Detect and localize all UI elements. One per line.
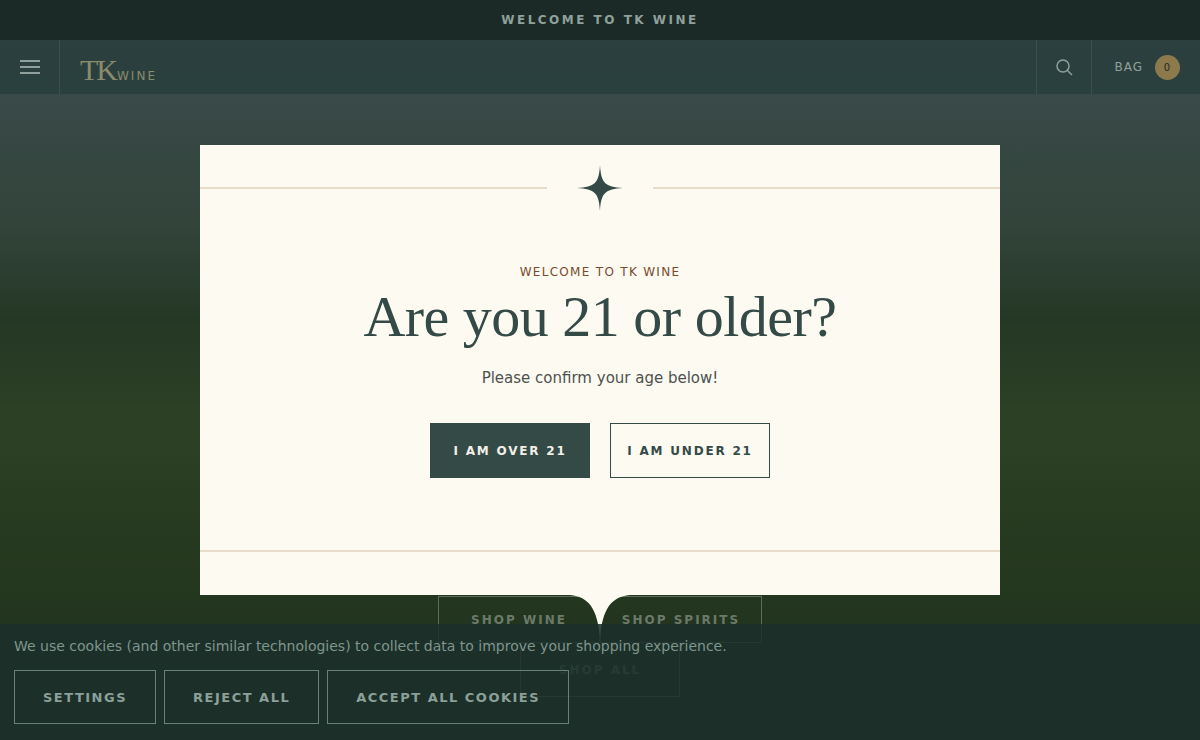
modal-subtitle: Please confirm your age below! xyxy=(482,369,719,387)
cookie-button[interactable]: ACCEPT ALL COOKIES xyxy=(327,670,569,724)
menu-button[interactable] xyxy=(0,40,60,94)
cookie-buttons: SETTINGSREJECT ALLACCEPT ALL COOKIES xyxy=(14,670,1186,724)
site-logo[interactable]: TKWINE xyxy=(60,40,157,94)
site-header: TKWINE BAG 0 xyxy=(0,40,1200,95)
modal-bottom-rule xyxy=(200,550,1000,552)
modal-body: WELCOME TO TK WINE Are you 21 or older? Pl… xyxy=(200,211,1000,478)
cookie-button[interactable]: REJECT ALL xyxy=(164,670,319,724)
modal-eyebrow: WELCOME TO TK WINE xyxy=(520,265,681,279)
hero-stage: TKWINEBAG0SHOP WINESHOP SPIRITSSHOP ALLW… xyxy=(0,40,1200,740)
age-button-label: I AM UNDER 21 xyxy=(627,444,753,458)
cookie-message: We use cookies (and other similar techno… xyxy=(14,638,1186,654)
age-buttons: I AM OVER 21 I AM UNDER 21 xyxy=(430,423,770,478)
logo-word: WINE xyxy=(117,69,157,83)
age-button[interactable]: I AM UNDER 21 xyxy=(610,423,770,478)
modal-top-rule xyxy=(200,165,1000,211)
cookie-button[interactable]: SETTINGS xyxy=(14,670,156,724)
cookie-banner: We use cookies (and other similar techno… xyxy=(0,624,1200,740)
logo-mark: TK xyxy=(80,53,116,87)
age-modal: WELCOME TO TK WINE Are you 21 or older? Pl… xyxy=(200,145,1000,595)
hamburger-icon xyxy=(19,59,41,75)
age-button-label: I AM OVER 21 xyxy=(453,444,566,458)
age-button[interactable]: I AM OVER 21 xyxy=(430,423,590,478)
rule-line xyxy=(200,187,547,189)
header-spacer xyxy=(157,40,1037,94)
announcement-bar: WELCOME TO TK WINE xyxy=(0,0,1200,40)
star-icon xyxy=(577,165,623,211)
bag-label: BAG xyxy=(1114,60,1143,74)
search-icon xyxy=(1055,58,1073,76)
bag-count: 0 xyxy=(1155,55,1180,80)
search-button[interactable] xyxy=(1036,40,1092,94)
modal-title: Are you 21 or older? xyxy=(363,283,836,351)
rule-line xyxy=(653,187,1000,189)
bag-button[interactable]: BAG 0 xyxy=(1092,40,1200,94)
